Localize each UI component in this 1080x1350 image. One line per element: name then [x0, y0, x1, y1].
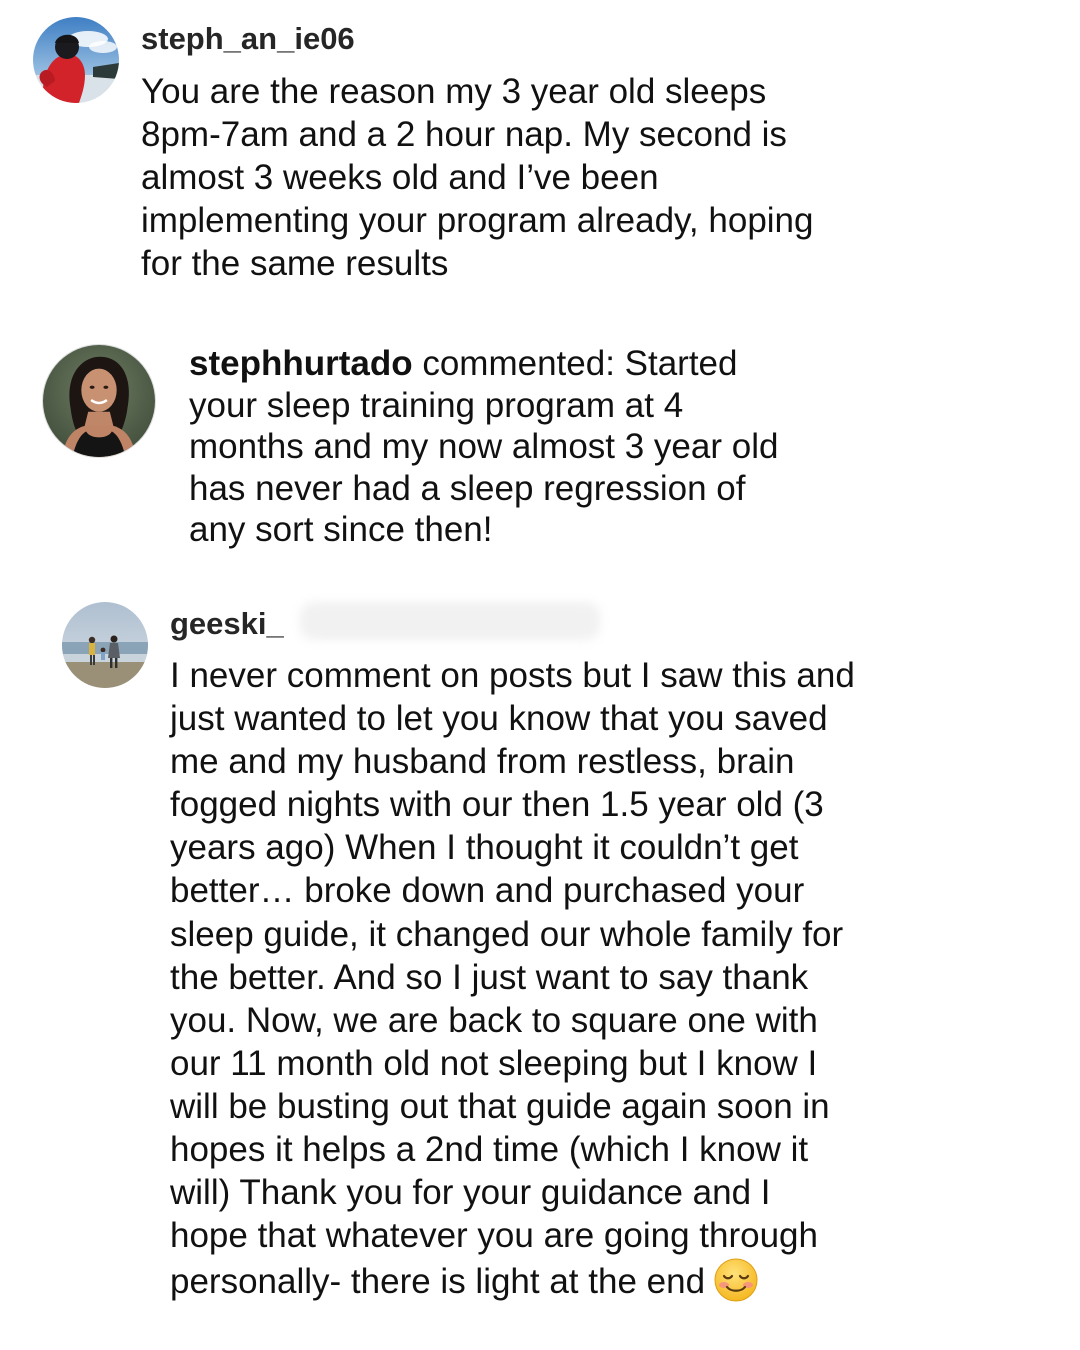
comment-text: I never comment on posts but I saw this … [170, 654, 1050, 1303]
redacted-area [300, 602, 600, 640]
comment-text: your sleep training program at 4 months … [189, 385, 779, 550]
shared-comment-text: stephhurtado commented: Started your sle… [189, 343, 869, 551]
comment-username[interactable]: stephhurtado [189, 344, 413, 383]
avatar[interactable] [42, 344, 156, 458]
profile-photo-woman-icon [43, 345, 155, 457]
comment-username[interactable]: steph_an_ie06 [141, 21, 355, 57]
comment-username[interactable]: geeski_ [170, 606, 284, 642]
profile-photo-red-jacket-icon [33, 17, 119, 103]
avatar[interactable] [62, 602, 148, 688]
comment-text-content: I never comment on posts but I saw this … [170, 656, 855, 1302]
profile-photo-beach-icon [62, 602, 148, 688]
smiling-face-emoji-icon [713, 1257, 759, 1303]
comment-prefix: commented: Started [412, 344, 738, 383]
comment-text: You are the reason my 3 year old sleeps … [141, 72, 814, 283]
avatar[interactable] [33, 17, 119, 103]
